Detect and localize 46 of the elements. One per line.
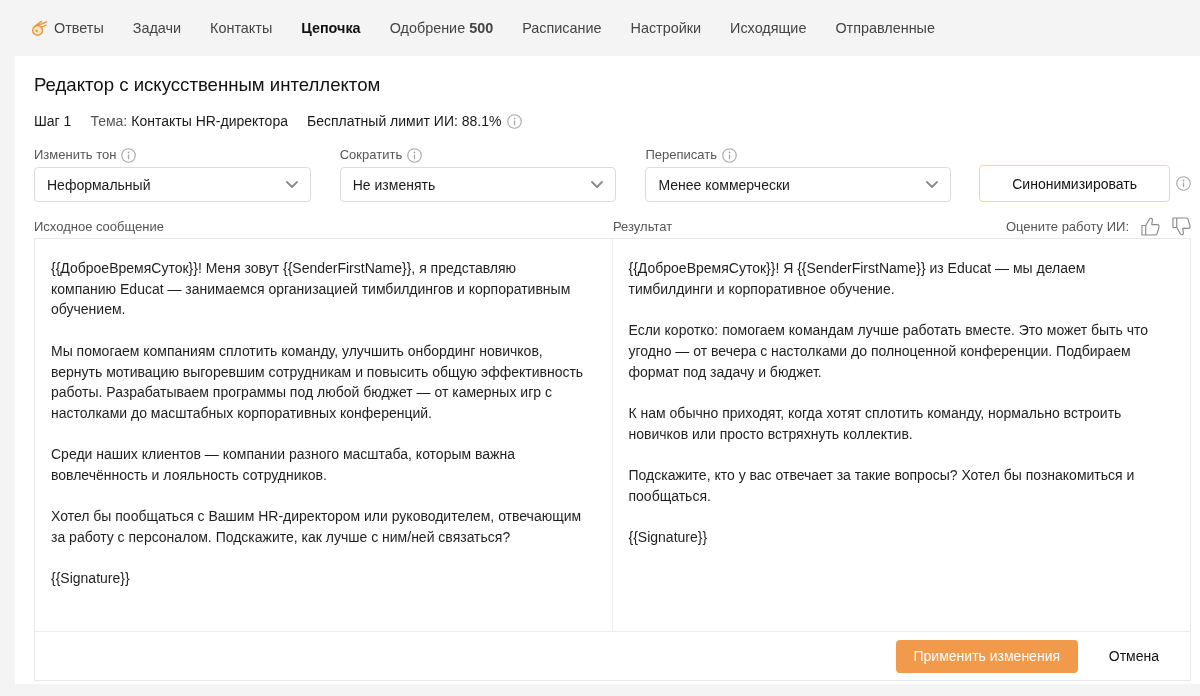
chevron-down-icon: [591, 180, 604, 189]
chevron-down-icon: [926, 180, 939, 189]
info-icon[interactable]: [407, 147, 423, 163]
result-label: Результат: [613, 218, 673, 234]
cancel-button[interactable]: Отмена: [1108, 648, 1159, 664]
dropdown-label: Изменить тон: [34, 147, 117, 163]
option-dropdown[interactable]: Неформальный: [34, 167, 311, 202]
topic-label: Тема:: [90, 113, 128, 129]
nav-tab[interactable]: Контакты: [210, 20, 273, 36]
message-paragraph: Мы помогаем компаниям сплотить команду, улучшить онбординг новичков, вернуть мотивацию выгоревшим сотрудникам и повысить общую эффективность работы. Разрабатываем программы под любой бюджет — от камерных игр с настолками до масштабных корпоративных конференций.: [51, 341, 584, 423]
message-paragraph: Если коротко: помогаем командам лучше работать вместе. Это может быть что угодно — от вечера с настолками до полноценной конференции. Подбираем формат под задачу и бюджет.: [628, 321, 1150, 382]
thumbs-up-icon[interactable]: [1141, 216, 1160, 236]
comet-icon: [31, 19, 48, 37]
dropdown-label: Сократить: [339, 147, 403, 163]
nav-tab[interactable]: Одобрение 500: [389, 20, 494, 36]
nav-tab[interactable]: Исходящие: [730, 20, 807, 36]
message-paragraph: {{ДоброеВремяСуток}}! Я {{SenderFirstName}} из Educat — мы делаем тимбилдинги и корпоративное обучение.: [628, 259, 1087, 299]
synonymize-button[interactable]: Синонимизировать: [979, 165, 1170, 202]
option-dropdown[interactable]: Не изменять: [339, 167, 617, 202]
topic-value: Контакты HR-директора: [131, 113, 288, 129]
dropdown-label: Переписать: [645, 147, 717, 163]
message-paragraph: Среди наших клиентов — компании разного масштаба, которым важна вовлечённость и лояльность сотрудников.: [51, 445, 516, 485]
source-label: Исходное сообщение: [34, 218, 164, 234]
message-paragraph: К нам обычно приходят, когда хотят сплотить команду, нормально встроить новичков или просто встряхнуть коллектив.: [628, 403, 1123, 444]
step-label: Шаг 1: [34, 113, 72, 129]
nav-tab[interactable]: Ответы: [54, 20, 104, 36]
nav-tab[interactable]: Задачи: [132, 20, 182, 36]
rating-prompt: Оцените работу ИИ:: [1005, 218, 1129, 234]
message-paragraph: {{Signature}}: [51, 569, 131, 589]
info-icon[interactable]: [722, 147, 737, 163]
info-icon[interactable]: [121, 147, 137, 163]
message-paragraph: {{ДоброеВремяСуток}}! Меня зовут {{SenderFirstName}}, я представляю компанию Educat — занимаемся организацией тимбилдингов и корпоративным обучением.: [51, 259, 572, 320]
ai-limit-text: Бесплатный лимит ИИ: 88.1%: [306, 113, 502, 129]
chevron-down-icon: [285, 180, 298, 189]
info-icon[interactable]: [1176, 176, 1191, 191]
message-paragraph: Хотел бы пообщаться с Вашим HR-директором или руководителем, отвечающим за работу с персоналом. Подскажите, как лучше с ним/ней связаться?: [51, 507, 583, 548]
nav-tab[interactable]: Цепочка: [301, 20, 361, 36]
editor-title: Редактор с искусственным интеллектом: [34, 74, 382, 96]
option-dropdown[interactable]: Менее коммерчески: [645, 167, 952, 202]
info-icon[interactable]: [507, 113, 523, 129]
message-paragraph: Подскажите, кто у вас отвечает за такие вопросы? Хотел бы познакомиться и пообщаться.: [628, 466, 1136, 506]
thumbs-down-icon[interactable]: [1172, 216, 1191, 236]
nav-tab[interactable]: Расписание: [522, 20, 602, 36]
nav-tab[interactable]: Настройки: [630, 20, 702, 36]
nav-tab[interactable]: Отправленные: [835, 20, 935, 36]
message-paragraph: {{Signature}}: [628, 528, 709, 548]
